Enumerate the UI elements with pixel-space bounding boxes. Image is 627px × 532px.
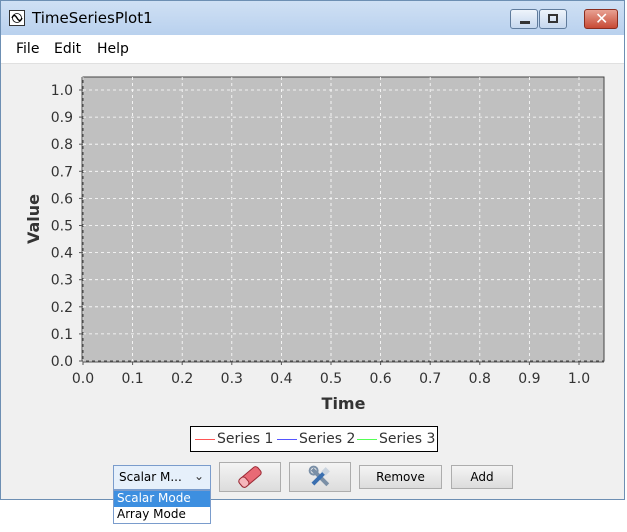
menu-file[interactable]: File bbox=[16, 41, 39, 57]
settings-button[interactable] bbox=[289, 462, 351, 492]
y-tick-label: 0.0 bbox=[51, 354, 73, 370]
time-series-chart[interactable]: 0.0 0.1 0.2 0.3 0.4 0.5 0.6 0.7 0.8 0.9 1.0 0.0 0.1 0… bbox=[1, 63, 624, 423]
legend-label: Series 2 bbox=[299, 431, 356, 447]
x-tick-label: 0.6 bbox=[369, 371, 391, 387]
x-tick-label: 1.0 bbox=[568, 371, 590, 387]
menu-help[interactable]: Help bbox=[97, 41, 129, 57]
mode-combo[interactable]: Scalar M... ⌄ bbox=[113, 465, 211, 490]
minimize-button[interactable] bbox=[510, 9, 538, 29]
mode-option-array[interactable]: Array Mode bbox=[114, 507, 210, 523]
chart-legend: Series 1 Series 2 Series 3 bbox=[190, 426, 438, 452]
y-tick-label: 0.8 bbox=[51, 137, 73, 153]
y-tick-label: 0.6 bbox=[51, 191, 73, 207]
x-tick-label: 0.4 bbox=[270, 371, 292, 387]
window-title: TimeSeriesPlot1 bbox=[32, 9, 153, 27]
legend-label: Series 3 bbox=[379, 431, 436, 447]
maximize-button[interactable] bbox=[539, 9, 567, 29]
x-tick-label: 0.0 bbox=[72, 371, 94, 387]
close-icon: ✕ bbox=[595, 9, 609, 28]
legend-swatch bbox=[195, 439, 215, 440]
mode-combo-value: Scalar M... bbox=[119, 470, 182, 484]
app-icon[interactable] bbox=[9, 10, 25, 26]
add-button[interactable]: Add bbox=[451, 465, 513, 489]
y-tick-label: 0.4 bbox=[51, 246, 73, 262]
tools-icon bbox=[308, 465, 330, 487]
y-axis-label: Value bbox=[24, 194, 43, 244]
x-tick-label: 0.9 bbox=[518, 371, 540, 387]
menu-bar: File Edit Help bbox=[1, 35, 624, 64]
x-tick-label: 0.3 bbox=[221, 371, 243, 387]
mode-option-scalar[interactable]: Scalar Mode bbox=[114, 491, 210, 507]
chevron-down-icon: ⌄ bbox=[194, 469, 205, 483]
y-tick-label: 0.2 bbox=[51, 300, 73, 316]
y-tick-label: 0.7 bbox=[51, 164, 73, 180]
mode-dropdown-list: Scalar Mode Array Mode bbox=[113, 490, 211, 524]
minimize-icon bbox=[520, 21, 530, 24]
x-tick-label: 0.5 bbox=[320, 371, 342, 387]
x-tick-label: 0.2 bbox=[171, 371, 193, 387]
title-bar[interactable]: TimeSeriesPlot1 ✕ bbox=[1, 1, 624, 35]
legend-label: Series 1 bbox=[217, 431, 274, 447]
eraser-icon bbox=[238, 466, 262, 488]
y-tick-label: 0.9 bbox=[51, 110, 73, 126]
legend-swatch bbox=[277, 439, 297, 440]
y-tick-label: 0.5 bbox=[51, 219, 73, 235]
x-axis-label: Time bbox=[322, 394, 366, 413]
clear-button[interactable] bbox=[219, 462, 281, 492]
close-button[interactable]: ✕ bbox=[584, 9, 618, 29]
x-tick-label: 0.1 bbox=[121, 371, 143, 387]
x-tick-label: 0.7 bbox=[419, 371, 441, 387]
y-tick-label: 0.1 bbox=[51, 327, 73, 343]
remove-button[interactable]: Remove bbox=[359, 465, 442, 489]
wave-icon bbox=[11, 13, 23, 23]
y-tick-label: 0.3 bbox=[51, 273, 73, 289]
legend-swatch bbox=[357, 439, 377, 440]
app-window: TimeSeriesPlot1 ✕ File Edit Help 0.0 0.1 0… bbox=[0, 0, 625, 524]
plot-area bbox=[82, 76, 605, 362]
menu-edit[interactable]: Edit bbox=[54, 41, 81, 57]
y-tick-label: 1.0 bbox=[51, 83, 73, 99]
x-tick-label: 0.8 bbox=[469, 371, 491, 387]
maximize-icon bbox=[548, 14, 558, 23]
